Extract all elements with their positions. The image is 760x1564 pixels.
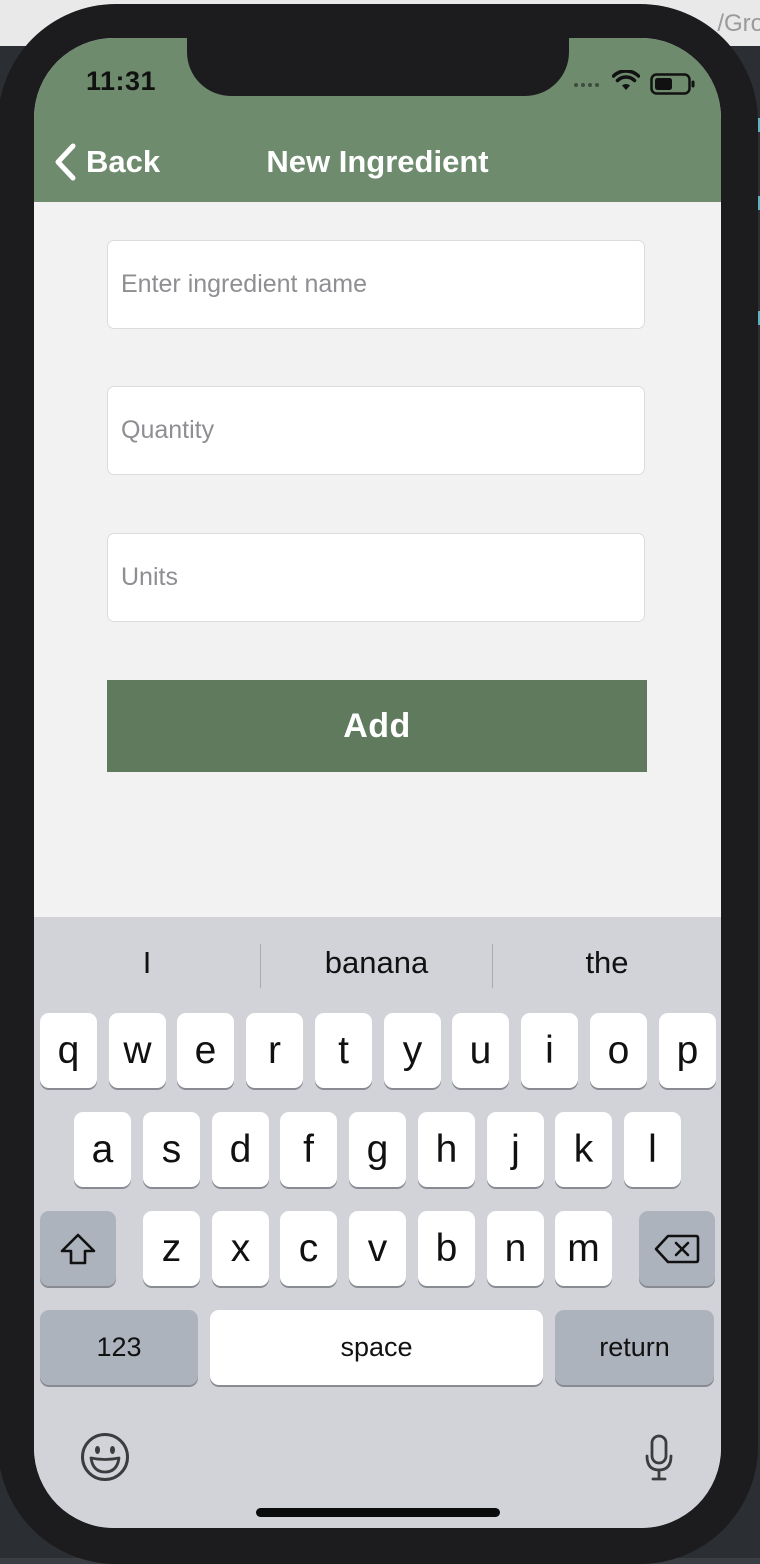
suggestion-item[interactable]: banana — [261, 939, 492, 987]
camera-notch — [187, 38, 569, 96]
numbers-key[interactable]: 123 — [40, 1310, 198, 1385]
signal-dots-icon — [574, 83, 599, 87]
key-m[interactable]: m — [555, 1211, 612, 1286]
phone-screen: 11:31 Back New Ingredient Enter ingredie… — [34, 38, 721, 1528]
key-u[interactable]: u — [452, 1013, 509, 1088]
key-b[interactable]: b — [418, 1211, 475, 1286]
key-w[interactable]: w — [109, 1013, 166, 1088]
key-e[interactable]: e — [177, 1013, 234, 1088]
key-p[interactable]: p — [659, 1013, 716, 1088]
key-l[interactable]: l — [624, 1112, 681, 1187]
space-key[interactable]: space — [210, 1310, 543, 1385]
key-r[interactable]: r — [246, 1013, 303, 1088]
page-title: New Ingredient — [266, 144, 489, 179]
suggestion-item[interactable]: the — [493, 939, 721, 987]
home-indicator[interactable] — [256, 1508, 500, 1517]
key-z[interactable]: z — [143, 1211, 200, 1286]
units-input[interactable] — [107, 533, 645, 622]
return-key[interactable]: return — [555, 1310, 714, 1385]
key-x[interactable]: x — [212, 1211, 269, 1286]
add-button[interactable]: Add — [107, 680, 647, 772]
key-v[interactable]: v — [349, 1211, 406, 1286]
background-window-title: /Gro — [717, 10, 760, 37]
key-f[interactable]: f — [280, 1112, 337, 1187]
phone-frame: 11:31 Back New Ingredient Enter ingredie… — [0, 4, 758, 1564]
microphone-icon[interactable] — [644, 1434, 674, 1482]
key-g[interactable]: g — [349, 1112, 406, 1187]
delete-key[interactable] — [639, 1211, 715, 1286]
suggestion-bar: I banana the — [34, 917, 721, 1010]
key-c[interactable]: c — [280, 1211, 337, 1286]
backspace-icon — [654, 1234, 700, 1263]
wifi-icon — [612, 70, 640, 90]
key-y[interactable]: y — [384, 1013, 441, 1088]
key-j[interactable]: j — [487, 1112, 544, 1187]
shift-arrow-icon — [60, 1233, 96, 1264]
ingredient-name-input[interactable] — [107, 240, 645, 329]
status-time: 11:31 — [86, 66, 157, 96]
key-o[interactable]: o — [590, 1013, 647, 1088]
suggestion-item[interactable]: I — [34, 939, 260, 987]
on-screen-keyboard: I banana the q w e r t y u i o p a s d f… — [34, 917, 721, 1528]
key-t[interactable]: t — [315, 1013, 372, 1088]
shift-key[interactable] — [40, 1211, 116, 1286]
key-h[interactable]: h — [418, 1112, 475, 1187]
key-d[interactable]: d — [212, 1112, 269, 1187]
battery-icon — [650, 73, 695, 95]
quantity-input[interactable] — [107, 386, 645, 475]
key-k[interactable]: k — [555, 1112, 612, 1187]
add-button-label: Add — [343, 706, 411, 745]
key-i[interactable]: i — [521, 1013, 578, 1088]
key-q[interactable]: q — [40, 1013, 97, 1088]
emoji-smiley-icon[interactable] — [80, 1432, 130, 1482]
key-a[interactable]: a — [74, 1112, 131, 1187]
key-s[interactable]: s — [143, 1112, 200, 1187]
key-n[interactable]: n — [487, 1211, 544, 1286]
